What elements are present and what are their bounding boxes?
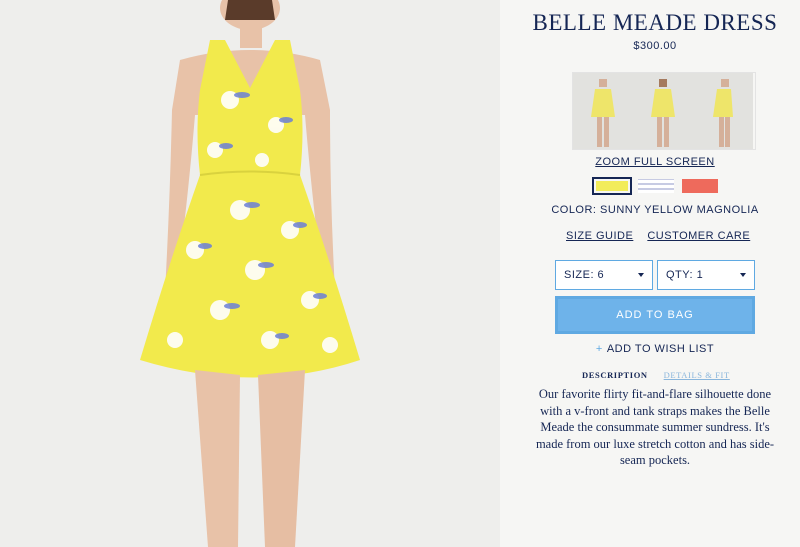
thumbnail-image xyxy=(633,73,693,149)
product-price: $300.00 xyxy=(633,40,677,52)
color-label: COLOR: SUNNY YELLOW MAGNOLIA xyxy=(551,204,759,216)
customer-care-link[interactable]: CUSTOMER CARE xyxy=(647,230,750,242)
tab-details-fit[interactable]: DETAILS & FIT xyxy=(664,370,730,380)
thumbnail-strip xyxy=(572,72,756,150)
swatch-sunny-yellow[interactable] xyxy=(592,177,632,195)
tab-description[interactable]: DESCRIPTION xyxy=(582,370,648,380)
model-image xyxy=(0,0,500,547)
swatch-coral[interactable] xyxy=(680,177,720,195)
swatch-stripe[interactable] xyxy=(636,177,676,195)
size-select-value: SIZE: 6 xyxy=(564,269,605,281)
add-to-bag-label: ADD TO BAG xyxy=(616,309,694,321)
thumbnail-image xyxy=(573,73,633,149)
qty-select[interactable]: QTY: 1 xyxy=(657,260,755,290)
zoom-full-screen-link[interactable]: ZOOM FULL SCREEN xyxy=(595,156,714,168)
swatch-fill xyxy=(682,179,718,193)
guide-links: SIZE GUIDE CUSTOMER CARE xyxy=(566,230,750,242)
thumbnail-back[interactable] xyxy=(633,73,693,149)
plus-icon: + xyxy=(595,343,603,355)
color-swatches xyxy=(592,177,720,195)
qty-select-value: QTY: 1 xyxy=(666,269,704,281)
swatch-fill xyxy=(596,181,628,191)
product-title: BELLE MEADE DRESS xyxy=(532,10,778,35)
chevron-down-icon xyxy=(638,273,644,277)
thumbnail-front[interactable] xyxy=(573,73,633,149)
thumbnail-image xyxy=(693,73,753,149)
product-panel: BELLE MEADE DRESS $300.00 ZOOM FULL SCRE… xyxy=(510,0,800,547)
wish-list-label: ADD TO WISH LIST xyxy=(606,343,715,355)
product-photo[interactable] xyxy=(0,0,500,547)
size-select[interactable]: SIZE: 6 xyxy=(555,260,653,290)
swatch-fill xyxy=(638,179,674,193)
product-description: Our favorite flirty fit-and-flare silhou… xyxy=(535,387,775,467)
add-to-bag-button[interactable]: ADD TO BAG xyxy=(555,296,755,334)
thumbnail-side[interactable] xyxy=(693,73,753,149)
add-to-wish-list-link[interactable]: + ADD TO WISH LIST xyxy=(510,343,800,355)
size-guide-link[interactable]: SIZE GUIDE xyxy=(566,230,633,242)
info-tabs: DESCRIPTION DETAILS & FIT xyxy=(582,370,730,380)
chevron-down-icon xyxy=(740,273,746,277)
